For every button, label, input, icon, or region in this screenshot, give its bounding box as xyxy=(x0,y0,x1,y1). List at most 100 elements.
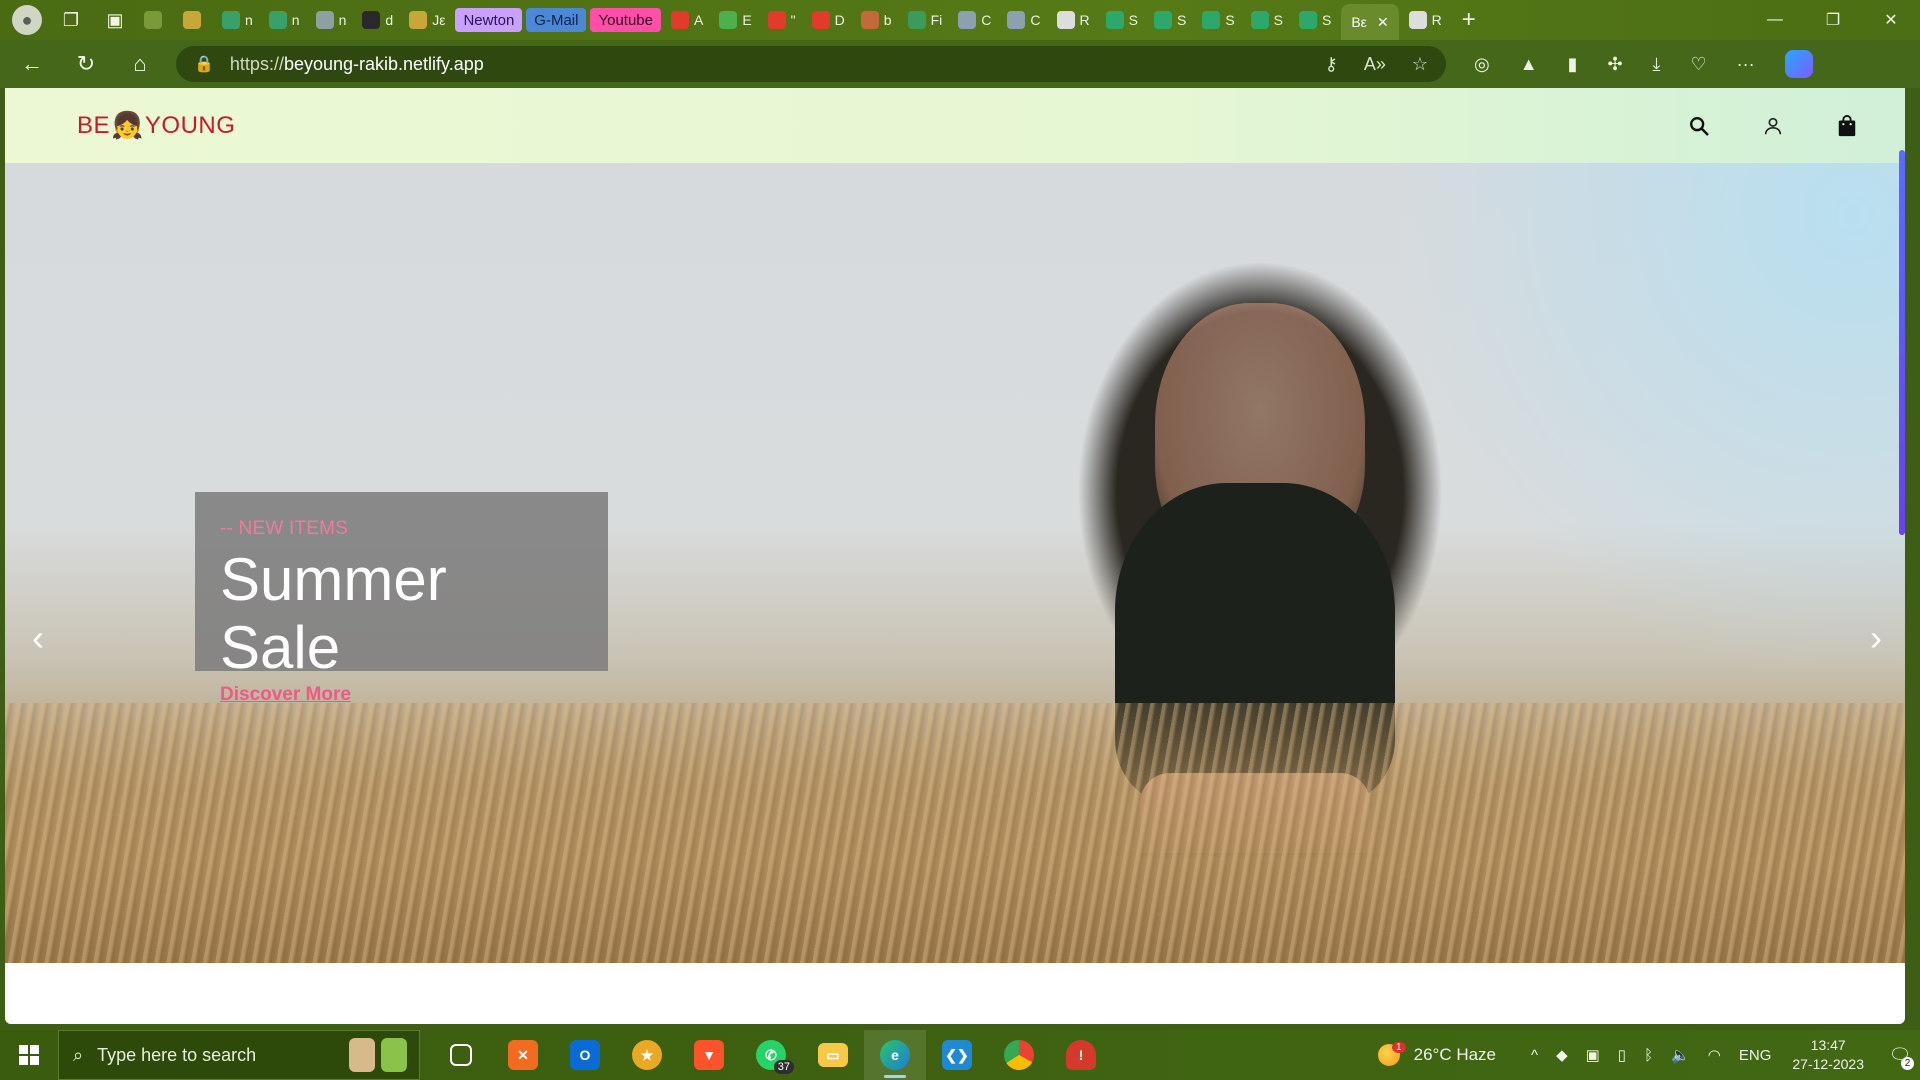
tab-favicon xyxy=(907,11,926,29)
hero-sky xyxy=(1385,163,1905,683)
edge-browser-icon[interactable]: e xyxy=(864,1030,926,1080)
wifi-icon[interactable]: ◠ xyxy=(1708,1046,1721,1064)
tab-youtube[interactable]: Youtube xyxy=(590,8,661,32)
outlook-icon[interactable]: O xyxy=(554,1030,616,1080)
tab-16[interactable]: S xyxy=(1100,5,1144,35)
carousel-prev-chevron-icon[interactable]: ‹ xyxy=(23,617,53,658)
shopping-bag-icon[interactable] xyxy=(1835,114,1859,138)
tab-5[interactable]: d xyxy=(356,5,399,35)
tab-1[interactable] xyxy=(177,5,212,35)
page-scrollbar[interactable] xyxy=(1899,150,1905,535)
weather-widget[interactable]: 1 26°C Haze xyxy=(1378,1041,1496,1066)
tab-actions-icon[interactable]: ▣ xyxy=(100,5,130,35)
tab-20[interactable]: S xyxy=(1293,5,1337,35)
tab-11[interactable]: b xyxy=(855,5,898,35)
tab-label: Jε xyxy=(432,12,446,28)
task-view-icon[interactable] xyxy=(430,1030,492,1080)
tab-favicon xyxy=(222,11,240,29)
workspaces-icon[interactable]: ❐ xyxy=(56,5,86,35)
tab-8[interactable]: E xyxy=(713,5,757,35)
read-aloud-icon[interactable]: A» xyxy=(1364,54,1386,75)
medal-glyph: ★ xyxy=(632,1040,662,1070)
taskbar-clock[interactable]: 13:47 27-12-2023 xyxy=(1792,1036,1864,1074)
start-button[interactable] xyxy=(0,1030,58,1080)
xampp-icon[interactable]: ✕ xyxy=(492,1030,554,1080)
tab-newton[interactable]: Newton xyxy=(455,8,523,32)
extensions-puzzle-icon[interactable]: ✣ xyxy=(1607,54,1622,75)
extension-stats-icon[interactable]: ▮ xyxy=(1568,54,1578,75)
home-icon[interactable]: ⌂ xyxy=(118,46,162,82)
chrome-icon[interactable] xyxy=(988,1030,1050,1080)
tab-favicon xyxy=(409,11,428,29)
address-bar[interactable]: 🔒 https://beyoung-rakib.netlify.app ⚷ A»… xyxy=(176,46,1446,82)
discover-more-link[interactable]: Discover More xyxy=(220,684,351,706)
health-icon[interactable]: ♡ xyxy=(1691,54,1707,75)
whatsapp-icon[interactable]: ✆ 37 xyxy=(740,1030,802,1080)
carousel-next-chevron-icon[interactable]: › xyxy=(1861,617,1891,658)
tab-2[interactable]: n xyxy=(216,5,259,35)
tab-17[interactable]: S xyxy=(1148,5,1192,35)
downloads-icon[interactable]: ⤓ xyxy=(1653,54,1661,75)
notification-center-icon[interactable]: 🗨 2 xyxy=(1880,1030,1920,1080)
key-icon[interactable]: ⚷ xyxy=(1325,54,1338,75)
tab-10[interactable]: D xyxy=(806,5,851,35)
web-page: BE 👧 YOUNG -- NEW ITEMS Summer Sale Discov… xyxy=(5,88,1905,1024)
display-icon[interactable]: ▣ xyxy=(1586,1046,1600,1064)
nvidia-icon[interactable]: ◆ xyxy=(1556,1046,1568,1064)
file-explorer-icon[interactable]: ▭ xyxy=(802,1030,864,1080)
logo-text-young: YOUNG xyxy=(144,111,236,139)
tab-label: b xyxy=(883,12,892,28)
battery-icon[interactable]: ▯ xyxy=(1618,1046,1626,1064)
user-account-icon[interactable] xyxy=(1761,114,1785,138)
site-logo[interactable]: BE 👧 YOUNG xyxy=(77,110,235,141)
reload-icon[interactable]: ↻ xyxy=(64,46,108,82)
tab-4[interactable]: n xyxy=(310,5,353,35)
tab-12[interactable]: Fi xyxy=(902,5,949,35)
minimize-icon[interactable]: — xyxy=(1746,0,1804,40)
profile-avatar-icon[interactable]: ● xyxy=(12,5,42,35)
favorite-star-icon[interactable]: ☆ xyxy=(1412,54,1428,75)
tab-19[interactable]: S xyxy=(1245,5,1289,35)
tab-favicon xyxy=(1153,11,1172,29)
taskbar-search-placeholder: Type here to search xyxy=(97,1044,257,1065)
restore-icon[interactable]: ❐ xyxy=(1804,0,1862,40)
tab-label: S xyxy=(1273,12,1283,28)
tab-gmail[interactable]: G-Mail xyxy=(526,8,587,32)
input-language[interactable]: ENG xyxy=(1739,1047,1772,1064)
close-tab-icon[interactable]: ✕ xyxy=(1377,14,1389,31)
vscode-icon[interactable]: ❮❯ xyxy=(926,1030,988,1080)
bluetooth-icon[interactable]: ᛒ xyxy=(1644,1047,1653,1064)
new-tab-icon[interactable]: + xyxy=(1462,6,1476,34)
lock-icon[interactable]: 🔒 xyxy=(194,54,214,74)
extension-target-icon[interactable]: ◎ xyxy=(1474,54,1490,75)
tab-3[interactable]: n xyxy=(263,5,306,35)
chevron-up-icon[interactable]: ^ xyxy=(1531,1047,1538,1064)
tab-15[interactable]: R xyxy=(1051,5,1096,35)
close-window-icon[interactable]: ✕ xyxy=(1862,0,1920,40)
tab-7[interactable]: A xyxy=(665,5,709,35)
back-arrow-icon[interactable]: ← xyxy=(10,46,54,82)
tab-6[interactable]: Jε xyxy=(403,5,451,35)
tab-18[interactable]: S xyxy=(1196,5,1240,35)
tab-0[interactable] xyxy=(138,5,173,35)
tab-9[interactable]: " xyxy=(762,5,802,35)
tab-14[interactable]: C xyxy=(1001,5,1046,35)
tab-active[interactable]: Bε ✕ xyxy=(1341,4,1399,40)
promo-title: Summer Sale xyxy=(220,546,447,681)
notification-count: 2 xyxy=(1901,1057,1914,1070)
copilot-icon[interactable] xyxy=(1784,50,1813,78)
tab-13[interactable]: C xyxy=(952,5,997,35)
promo-kicker: -- NEW ITEMS xyxy=(220,518,348,539)
extension-drop-icon[interactable]: ▲ xyxy=(1520,54,1538,75)
medal-icon[interactable]: ★ xyxy=(616,1030,678,1080)
chrome-glyph xyxy=(1004,1040,1034,1070)
speaker-icon[interactable]: 🔈 xyxy=(1671,1046,1690,1064)
more-menu-icon[interactable]: ··· xyxy=(1737,54,1755,75)
github-favicon-icon xyxy=(1056,11,1075,29)
search-icon[interactable] xyxy=(1687,114,1711,138)
brave-browser-icon[interactable]: ▼ xyxy=(678,1030,740,1080)
logo-girl-emoji-icon: 👧 xyxy=(111,110,144,140)
taskbar-search[interactable]: ⌕ Type here to search xyxy=(58,1030,420,1080)
joystick-app-icon[interactable]: ! xyxy=(1050,1030,1112,1080)
tab-last[interactable]: R xyxy=(1403,5,1448,35)
